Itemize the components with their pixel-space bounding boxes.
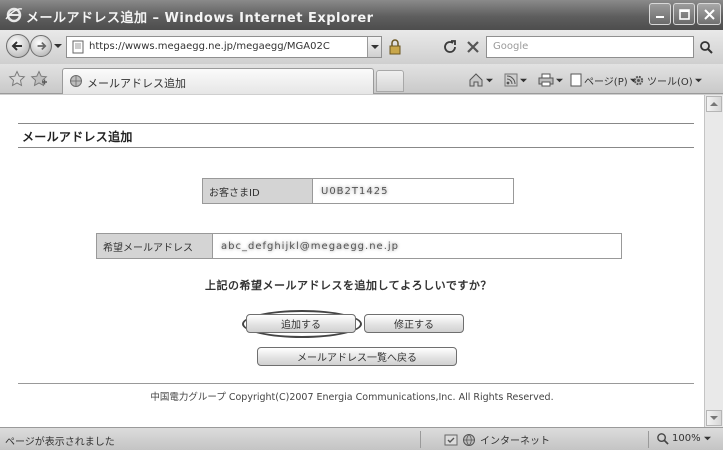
tools-menu-label: ツール(O) [647,76,693,88]
chevron-down-icon [520,78,527,82]
page-content: メールアドレス追加 お客さまID U0B2T1425 希望メールアドレス abc… [0,95,704,427]
add-favorites-icon[interactable] [30,70,48,88]
customer-id-label: お客さまID [203,179,313,203]
forward-arrow-icon [37,41,47,51]
chevron-down-icon [486,78,493,82]
print-button[interactable] [538,71,563,89]
tab-command-bar: メールアドレス追加 ページ(P) ツール(O) [0,64,723,94]
edit-button[interactable]: 修正する [364,314,464,333]
url-text[interactable]: https://wwws.megaegg.ne.jp/megaegg/MGA02… [89,41,359,52]
home-icon [469,73,483,87]
lock-icon [389,39,401,55]
gear-icon [633,75,644,85]
page-menu-label: ページ(P) [584,76,628,88]
status-separator [648,431,649,448]
confirm-question: 上記の希望メールアドレスを追加してよろしいですか？ [205,279,492,292]
back-arrow-icon [11,41,22,51]
forward-button[interactable] [30,35,52,57]
status-separator [420,431,421,448]
vertical-scrollbar[interactable] [704,95,723,427]
chevron-down-icon [370,45,379,49]
footer-rule [18,383,694,384]
window-title: メールアドレス追加 – Windows Internet Explorer [26,11,374,26]
protected-mode-icon [444,434,458,445]
back-button[interactable] [6,34,30,58]
customer-id-value: U0B2T1425 [321,185,389,197]
tab-active[interactable]: メールアドレス追加 [62,68,374,94]
minimize-icon [656,16,664,18]
maximize-icon [678,8,690,20]
back-to-list-button[interactable]: メールアドレス一覧へ戻る [257,347,457,366]
refresh-button[interactable] [440,37,460,57]
heading-rule-top [18,123,694,124]
copyright-text: 中国電力グループ Copyright(C)2007 Energia Commun… [150,392,554,403]
customer-id-row: お客さまID U0B2T1425 [202,178,514,204]
close-icon [703,8,715,20]
home-button[interactable] [468,71,493,89]
desired-address-label: 希望メールアドレス [97,234,213,258]
search-icon [700,41,713,54]
desired-address-value: abc_defghijkl@megaegg.ne.jp [221,240,399,252]
chevron-down-icon [556,78,563,82]
search-placeholder: Google [493,41,529,52]
globe-icon [463,433,475,446]
add-button[interactable]: 追加する [246,314,356,333]
search-input[interactable]: Google [486,36,694,58]
chevron-down-icon [710,416,718,420]
security-lock-button[interactable] [384,37,406,57]
heading-rule-bottom [18,147,694,148]
status-bar: ページが表示されました インターネット 100% [0,427,723,450]
favorites-star-icon[interactable] [8,70,26,88]
close-button[interactable] [697,3,721,25]
feeds-button[interactable] [504,71,527,89]
stop-button[interactable] [463,37,483,57]
new-tab-button[interactable] [376,70,404,92]
tools-menu-button[interactable]: ツール(O) [632,71,702,89]
scroll-down-button[interactable] [706,410,722,426]
status-text: ページが表示されました [5,437,115,448]
zoom-control[interactable]: 100% [656,432,711,445]
address-toolbar: https://wwws.megaegg.ne.jp/megaegg/MGA02… [0,30,723,64]
desired-address-row: 希望メールアドレス abc_defghijkl@megaegg.ne.jp [96,233,622,259]
feeds-icon [504,73,518,87]
window-titlebar: メールアドレス追加 – Windows Internet Explorer [0,0,723,30]
chevron-down-icon [694,78,702,82]
zone-label: インターネット [480,436,550,447]
print-icon [538,73,554,87]
history-dropdown-icon[interactable] [54,42,62,50]
page-icon [570,73,582,87]
ie-logo-icon [5,7,23,23]
page-favicon-icon [70,75,82,87]
minimize-button[interactable] [649,3,671,25]
page-icon [72,40,84,54]
chevron-down-icon [703,436,711,441]
zoom-icon [657,433,669,445]
zoom-level: 100% [672,433,701,444]
page-menu-button[interactable]: ページ(P) [570,71,637,89]
refresh-icon [444,40,456,53]
tab-label: メールアドレス追加 [87,77,186,90]
search-button[interactable] [696,37,716,57]
page-title: メールアドレス追加 [22,130,133,144]
stop-icon [467,41,479,53]
security-zone[interactable]: インターネット [444,432,550,447]
chevron-up-icon [710,102,718,106]
address-dropdown-button[interactable] [367,37,381,57]
address-field[interactable]: https://wwws.megaegg.ne.jp/megaegg/MGA02… [66,36,382,58]
scroll-up-button[interactable] [706,96,722,112]
maximize-button[interactable] [673,3,695,25]
